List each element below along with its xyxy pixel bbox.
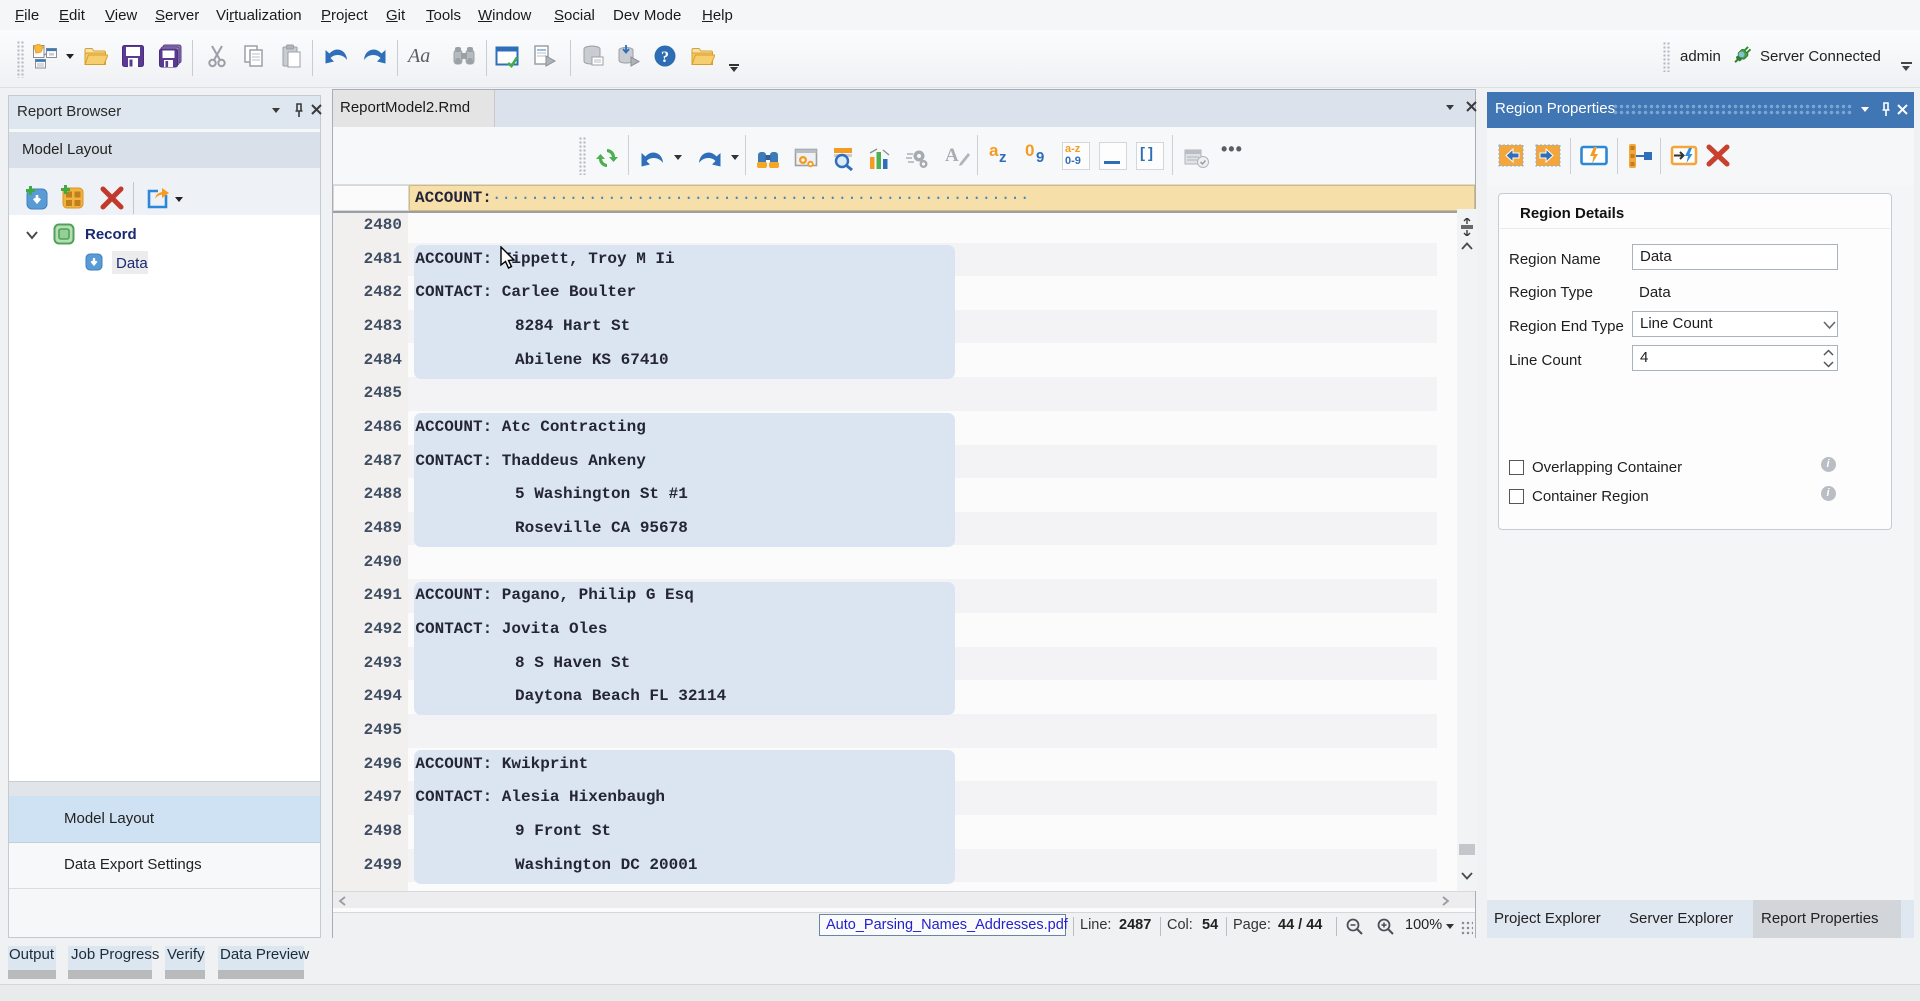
svg-text:?: ?: [661, 49, 669, 66]
